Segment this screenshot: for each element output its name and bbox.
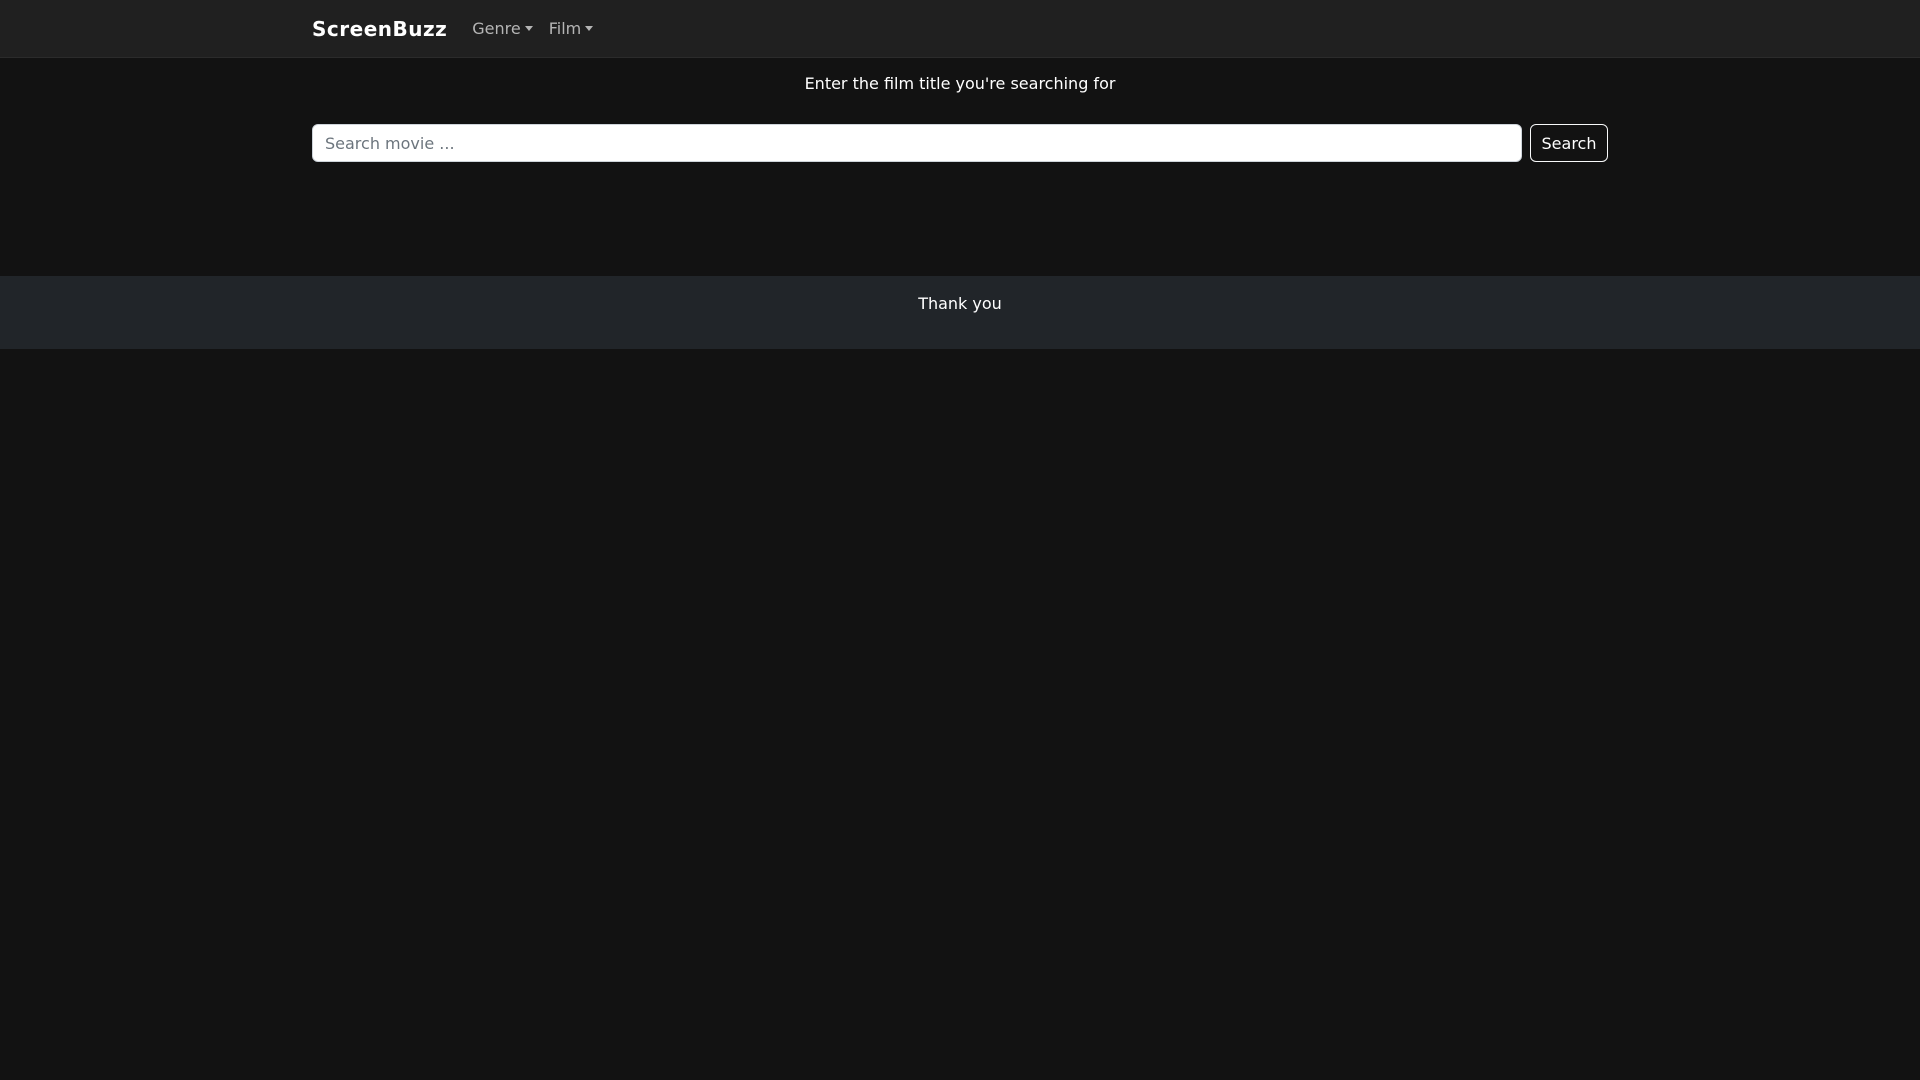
genre-dropdown-label: Genre xyxy=(472,19,521,38)
search-button[interactable]: Search xyxy=(1530,124,1608,162)
search-input[interactable] xyxy=(312,124,1522,162)
search-prompt-text: Enter the film title you're searching fo… xyxy=(804,74,1116,93)
navbar-container: ScreenBuzz Genre Film xyxy=(312,0,609,57)
genre-dropdown[interactable]: Genre xyxy=(472,19,533,38)
footer-text: Thank you xyxy=(918,294,1002,313)
film-dropdown-label: Film xyxy=(548,19,582,38)
brand-logo-link[interactable]: ScreenBuzz xyxy=(312,17,447,41)
film-dropdown[interactable]: Film xyxy=(549,19,594,38)
footer: Thank you xyxy=(0,276,1920,349)
top-navbar: ScreenBuzz Genre Film xyxy=(0,0,1920,58)
caret-down-icon xyxy=(585,26,594,31)
caret-down-icon xyxy=(524,26,533,31)
